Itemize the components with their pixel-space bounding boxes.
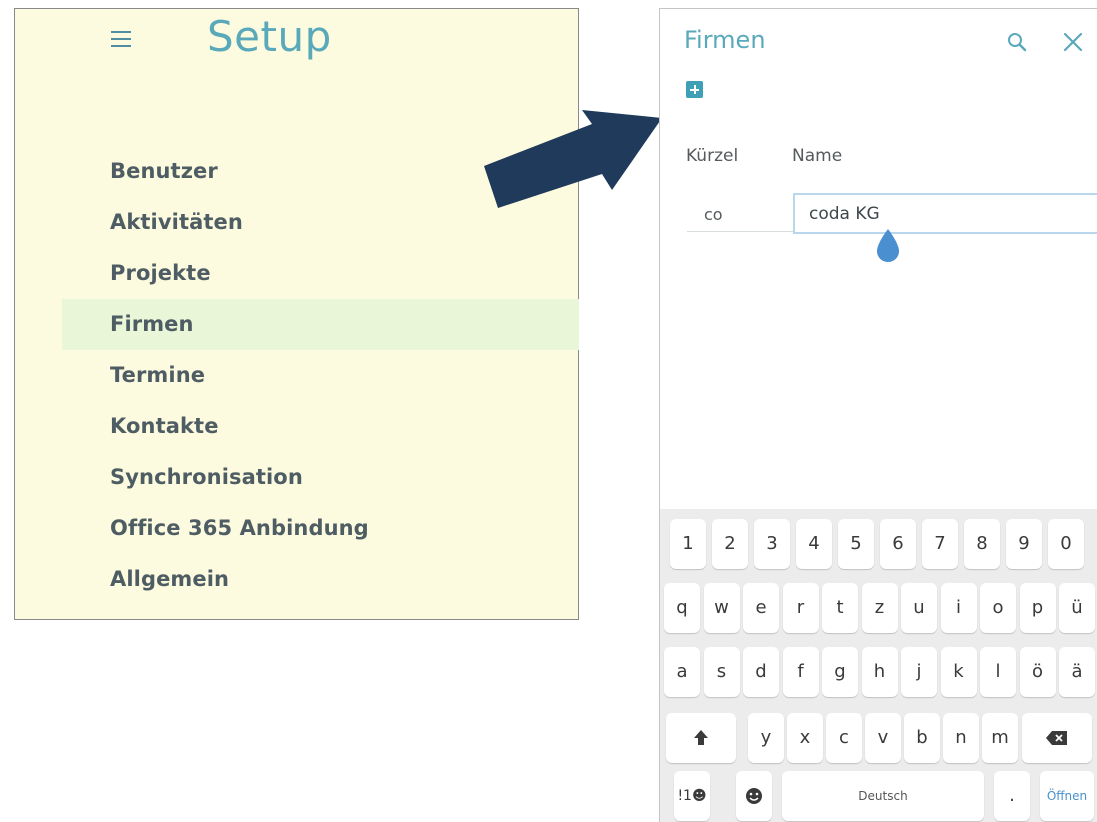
key[interactable]: k xyxy=(940,647,977,697)
text-cursor-handle-icon[interactable] xyxy=(875,227,901,263)
key[interactable]: e xyxy=(743,583,779,633)
key[interactable]: 2 xyxy=(712,519,748,569)
key[interactable]: x xyxy=(787,713,823,763)
key[interactable]: 4 xyxy=(796,519,832,569)
firmen-screen: Firmen Kürzel Name co 1234567890 qwertzu… xyxy=(659,8,1097,822)
shift-icon xyxy=(694,730,708,745)
column-header-name[interactable]: Name xyxy=(792,146,842,166)
key[interactable]: h xyxy=(861,647,898,697)
space-key[interactable]: Deutsch xyxy=(782,771,984,821)
key[interactable]: 1 xyxy=(670,519,706,569)
menu-item[interactable]: Kontakte xyxy=(62,401,579,452)
key[interactable]: ü xyxy=(1059,583,1095,633)
key[interactable]: c xyxy=(826,713,862,763)
key[interactable]: n xyxy=(943,713,979,763)
key[interactable]: 3 xyxy=(754,519,790,569)
menu-icon[interactable] xyxy=(111,31,131,47)
key[interactable]: v xyxy=(865,713,901,763)
key[interactable]: 7 xyxy=(922,519,958,569)
symbols-key[interactable]: !1☻ xyxy=(674,771,710,821)
key[interactable]: y xyxy=(748,713,784,763)
search-icon[interactable] xyxy=(1006,31,1028,53)
menu-item[interactable]: Projekte xyxy=(62,248,579,299)
column-header-kuerzel[interactable]: Kürzel xyxy=(686,146,738,166)
add-icon[interactable] xyxy=(686,81,703,98)
setup-title: Setup xyxy=(207,12,332,61)
menu-item[interactable]: Allgemein xyxy=(62,554,579,605)
key[interactable]: s xyxy=(703,647,740,697)
key[interactable]: z xyxy=(861,583,898,633)
key[interactable]: b xyxy=(904,713,940,763)
key[interactable]: g xyxy=(822,647,858,697)
key[interactable]: ö xyxy=(1019,647,1056,697)
key[interactable]: o xyxy=(980,583,1016,633)
open-action-key[interactable]: Öffnen xyxy=(1040,771,1094,821)
setup-menu: Benutzer Aktivitäten Projekte Firmen Termine… xyxy=(62,146,579,605)
key[interactable]: a xyxy=(664,647,700,697)
key[interactable]: i xyxy=(940,583,977,633)
key[interactable]: r xyxy=(782,583,819,633)
key[interactable]: 0 xyxy=(1048,519,1084,569)
key[interactable]: u xyxy=(901,583,937,633)
kuerzel-cell[interactable]: co xyxy=(687,198,793,232)
backspace-icon xyxy=(1046,731,1067,745)
emoji-key[interactable] xyxy=(736,771,772,821)
close-icon[interactable] xyxy=(1062,31,1084,53)
key[interactable]: 6 xyxy=(880,519,916,569)
key[interactable]: ä xyxy=(1059,647,1095,697)
on-screen-keyboard: 1234567890 qwertzuiopü asdfghjklöä yxcvb… xyxy=(660,509,1097,822)
key[interactable]: 8 xyxy=(964,519,1000,569)
key[interactable]: m xyxy=(982,713,1018,763)
key[interactable]: q xyxy=(664,583,700,633)
backspace-key[interactable] xyxy=(1022,713,1092,763)
key[interactable]: f xyxy=(782,647,819,697)
period-key[interactable]: . xyxy=(994,771,1030,821)
menu-item[interactable]: Termine xyxy=(62,350,579,401)
screenshot-stage: Setup Benutzer Aktivitäten Projekte Firmen T… xyxy=(0,0,1097,822)
shift-key[interactable] xyxy=(666,713,736,763)
emoji-icon xyxy=(746,788,762,804)
key[interactable]: 9 xyxy=(1006,519,1042,569)
arrow-icon xyxy=(484,110,662,208)
key[interactable]: l xyxy=(980,647,1016,697)
menu-item[interactable]: Synchronisation xyxy=(62,452,579,503)
page-title: Firmen xyxy=(684,26,766,54)
menu-item[interactable]: Firmen xyxy=(62,299,579,350)
menu-item[interactable]: Office 365 Anbindung xyxy=(62,503,579,554)
key[interactable]: d xyxy=(743,647,779,697)
key[interactable]: p xyxy=(1019,583,1056,633)
key[interactable]: j xyxy=(901,647,937,697)
key[interactable]: w xyxy=(703,583,740,633)
setup-panel: Setup Benutzer Aktivitäten Projekte Firmen T… xyxy=(14,8,579,620)
name-input[interactable] xyxy=(793,193,1097,234)
key[interactable]: 5 xyxy=(838,519,874,569)
key[interactable]: t xyxy=(822,583,858,633)
